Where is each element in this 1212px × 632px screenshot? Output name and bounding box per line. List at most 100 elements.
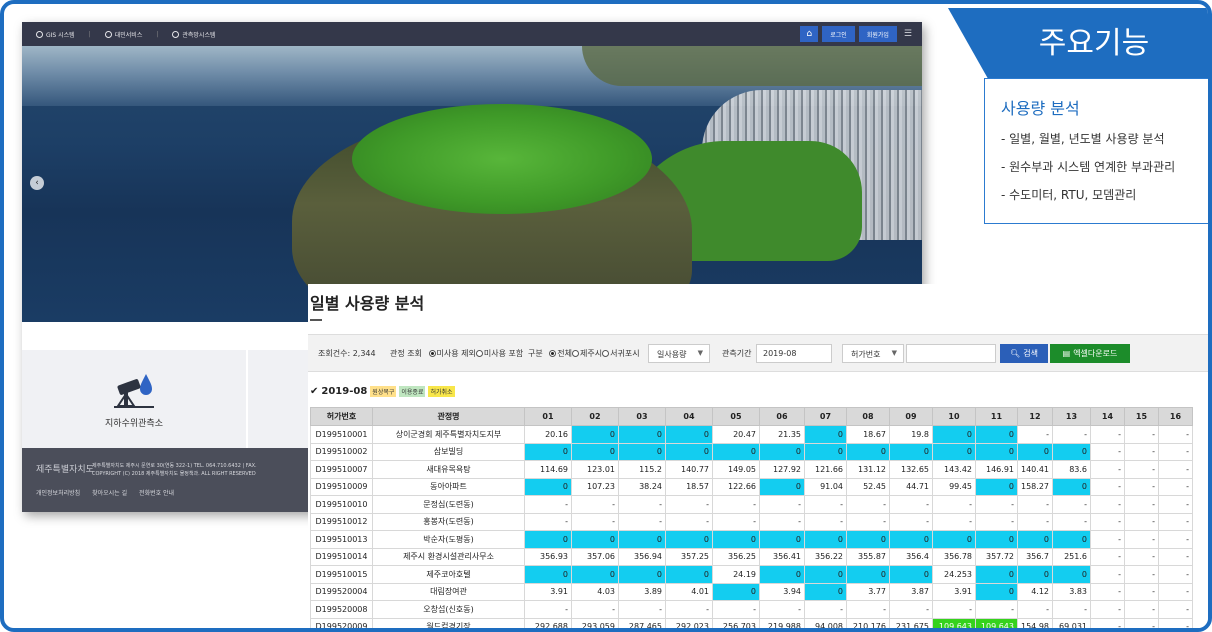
cell-usage: -	[1090, 530, 1125, 549]
cell-usage: -	[1052, 425, 1091, 444]
table-row[interactable]: D199510015 제주코아호텔 0 0 0 0 24.19 0 0 0 0 24.253 0 0 0- -…	[310, 565, 1193, 584]
table-row[interactable]: D199510001 상이군경회 제주특별자치도지부 20.16 0 0 0 20.47 21…	[310, 425, 1193, 444]
footer-link-directions[interactable]: 찾아오시는 길	[92, 490, 127, 497]
cell-usage: 140.77	[665, 460, 713, 479]
cell-usage: 123.01	[571, 460, 619, 479]
footer-link-privacy[interactable]: 개인정보처리방침	[36, 490, 80, 497]
cell-usage: 0	[759, 442, 805, 461]
column-header: 05	[712, 407, 760, 426]
feature-title: 주요기능	[1038, 26, 1150, 61]
table-row[interactable]: D199510014 제주시 환경시설관리사무소 356.93 357.06 356.9…	[310, 547, 1193, 566]
excel-file-icon: ▤	[1062, 349, 1071, 358]
chevron-down-icon: ▼	[891, 349, 897, 357]
cell-usage: -	[571, 512, 619, 531]
cell-usage: -	[1158, 617, 1193, 628]
excel-download-button[interactable]: ▤ 엑셀다운로드	[1050, 344, 1130, 363]
usage-type-select[interactable]: 일사용량 ▼	[648, 344, 710, 363]
cell-usage: -	[1090, 617, 1125, 628]
table-row[interactable]: D199520009 월드컵경기장 292.688 293.059 287.465 292…	[310, 617, 1193, 628]
menu-gis[interactable]: GIS 시스템	[36, 30, 75, 39]
home-button[interactable]: ⌂	[800, 26, 819, 42]
table-row[interactable]: D199510002 삼보빌딩 0 0 0 0 0 0 0 0 0 0 0 0 0- - -	[310, 442, 1193, 461]
search-button[interactable]: 🔍︎ 검색	[1000, 344, 1048, 363]
table-row[interactable]: D199510010 문정심(도련동) - - - - - - - - - - - - - - - -	[310, 495, 1193, 514]
table-row[interactable]: D199520004 대림장여관 3.91 4.03 3.89 4.01 0 3.94 0 3.7…	[310, 582, 1193, 601]
cell-usage: 0	[846, 530, 890, 549]
cell-usage: 4.12	[1017, 582, 1053, 601]
quick-card-groundwater-station[interactable]: 지하수위관측소	[22, 350, 246, 448]
permit-number-input[interactable]	[906, 344, 996, 363]
menu-monitoring[interactable]: 관측망시스템	[172, 30, 216, 39]
table-row[interactable]: D199510007 새대유목욕탕 114.69 123.01 115.2 140.77 1…	[310, 460, 1193, 479]
cell-usage: 355.87	[846, 547, 890, 566]
cell-usage: 3.77	[846, 582, 890, 601]
cell-usage: 109.643	[975, 617, 1018, 628]
legend-restored: 원상복구	[370, 386, 397, 397]
cell-permit-number: D199510012	[310, 512, 373, 531]
cell-usage: -	[524, 512, 572, 531]
cell-usage: 0	[1052, 477, 1091, 496]
cell-well-name: 동아아파트	[372, 477, 525, 496]
cell-usage: 154.98	[1017, 617, 1053, 628]
carousel-prev-arrow-icon[interactable]: ‹	[30, 176, 44, 190]
cell-usage: 356.78	[932, 547, 976, 566]
cell-usage: 127.92	[759, 460, 805, 479]
legend-cancelled: 허가취소	[428, 386, 455, 397]
cell-usage: -	[1090, 512, 1125, 531]
feature-list: - 일별, 월별, 년도별 사용량 분석 - 원수부과 시스템 연계한 부과관리…	[1001, 125, 1175, 209]
cell-usage: 357.06	[571, 547, 619, 566]
cell-usage: 107.23	[571, 477, 619, 496]
period-input[interactable]: 2019-08	[756, 344, 832, 363]
cell-usage: 356.7	[1017, 547, 1053, 566]
query-radio-group: 관정 조회 미사용 제외 미사용 포함	[390, 349, 524, 358]
cell-usage: 0	[571, 442, 619, 461]
radio-checked-icon	[428, 350, 436, 357]
cell-usage: 0	[1017, 530, 1053, 549]
cell-usage: 256.703	[712, 617, 760, 628]
cell-usage: -	[1158, 547, 1193, 566]
cell-usage: 0	[975, 442, 1018, 461]
radio-all[interactable]: 전체	[549, 349, 572, 358]
cell-usage: 0	[618, 530, 666, 549]
column-header: 12	[1017, 407, 1053, 426]
menu-public-service[interactable]: 대민서비스	[104, 30, 142, 39]
table-row[interactable]: D199510009 동아아파트 0 107.23 38.24 18.57 122.66 0 9…	[310, 477, 1193, 496]
cell-usage: 121.66	[804, 460, 847, 479]
footer-link-phone[interactable]: 전화번호 안내	[139, 490, 174, 497]
radio-exclude-unused[interactable]: 미사용 제외	[428, 349, 476, 358]
cell-usage: -	[618, 512, 666, 531]
cell-usage: -	[932, 600, 976, 619]
hamburger-menu-icon[interactable]: ☰	[904, 29, 912, 39]
cell-usage: 83.6	[1052, 460, 1091, 479]
table-row[interactable]: D199510013 박순자(도평동) 0 0 0 0 0 0 0 0 0 0 0 0 0- - -	[310, 530, 1193, 549]
table-row[interactable]: D199520008 오창섭(신호동) - - - - - - - - - - - - - - - -	[310, 600, 1193, 619]
cell-usage: 0	[1052, 530, 1091, 549]
menu-separator: |	[156, 30, 159, 38]
checkmark-icon: ✔	[310, 386, 319, 397]
cell-usage: -	[846, 600, 890, 619]
login-button[interactable]: 로그인	[822, 26, 855, 42]
cell-permit-number: D199510007	[310, 460, 373, 479]
cell-usage: 0	[804, 530, 847, 549]
radio-jeju-city[interactable]: 제주시	[572, 349, 602, 358]
cell-usage: 0	[804, 442, 847, 461]
cell-usage: -	[571, 600, 619, 619]
quick-card-label: 지하수위관측소	[105, 418, 163, 429]
permit-number-select[interactable]: 허가번호 ▼	[842, 344, 904, 363]
signup-button[interactable]: 회원가입	[858, 26, 897, 42]
cell-usage: 4.01	[665, 582, 713, 601]
cell-usage: 0	[712, 582, 760, 601]
cell-usage: -	[804, 600, 847, 619]
cell-usage: 19.8	[889, 425, 933, 444]
cell-usage: -	[1124, 425, 1159, 444]
cell-usage: 0	[932, 442, 976, 461]
column-header: 06	[759, 407, 805, 426]
table-row[interactable]: D199510012 홍봉자(도련동) - - - - - - - - - - - - - - - -	[310, 512, 1193, 531]
footer-links: 개인정보처리방침 찾아오시는 길 전화번호 안내	[36, 488, 184, 497]
cell-usage: -	[1124, 477, 1159, 496]
hero-image: ‹	[22, 46, 922, 322]
radio-include-unused[interactable]: 미사용 포함	[475, 349, 523, 358]
radio-seogwipo[interactable]: 서귀포시	[602, 349, 640, 358]
cell-usage: -	[1090, 477, 1125, 496]
cell-usage: -	[1124, 460, 1159, 479]
